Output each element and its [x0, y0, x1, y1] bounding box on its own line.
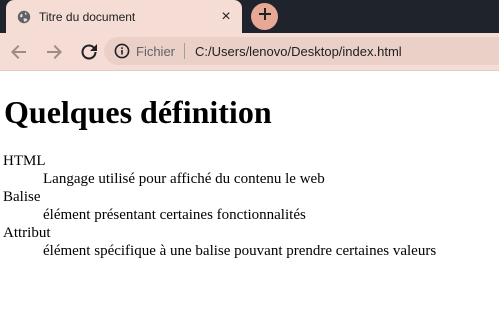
close-icon[interactable]: ×: [218, 8, 234, 25]
forward-icon[interactable]: [44, 42, 64, 62]
definition-list: HTML Langage utilisé pour affiché du con…: [3, 152, 491, 260]
url-text[interactable]: C:/Users/lenovo/Desktop/index.html: [195, 44, 402, 59]
definition-description: Langage utilisé pour affiché du contenu …: [43, 171, 325, 187]
address-bar[interactable]: Fichier C:/Users/lenovo/Desktop/index.ht…: [104, 37, 499, 65]
new-tab-button[interactable]: [251, 3, 278, 30]
definition-term: Balise: [3, 189, 41, 205]
page-heading: Quelques définition: [4, 94, 272, 130]
reload-icon[interactable]: [79, 42, 99, 62]
tab-title: Titre du document: [39, 9, 136, 24]
security-chip[interactable]: Fichier: [136, 44, 175, 59]
definition-term: Attribut: [3, 225, 51, 241]
plus-icon: [258, 7, 272, 26]
definition-term: HTML: [3, 153, 46, 169]
browser-tab[interactable]: Titre du document ×: [6, 0, 242, 33]
back-icon[interactable]: [9, 42, 29, 62]
omnibox-divider: [184, 43, 186, 59]
tab-strip: Titre du document ×: [0, 0, 499, 33]
info-icon[interactable]: [114, 43, 130, 59]
definition-description: élément spécifique à une balise pouvant …: [43, 243, 437, 259]
globe-icon: [17, 10, 31, 24]
page-content: Quelques définition HTML Langage utilisé…: [0, 94, 499, 260]
definition-description: élément présentant certaines fonctionnal…: [43, 207, 306, 223]
